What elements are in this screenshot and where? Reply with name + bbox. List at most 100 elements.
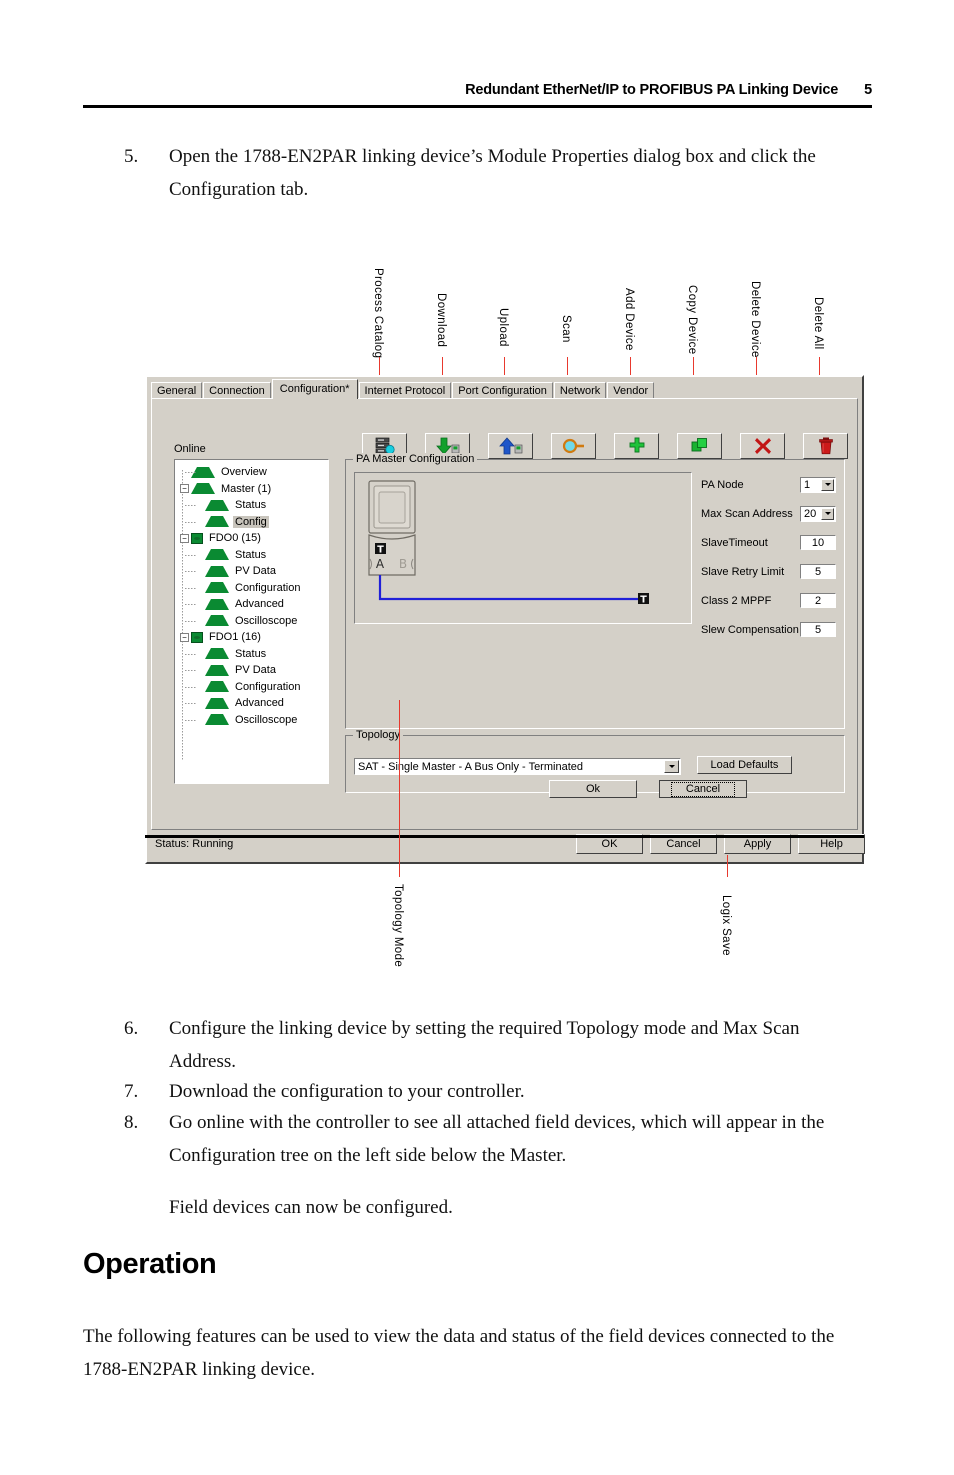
delete-device-button[interactable] (740, 433, 785, 459)
field-label: Max Scan Address (701, 507, 793, 520)
tab-port-configuration[interactable]: Port Configuration (452, 382, 553, 399)
field-devices-note: Field devices can now be configured. (169, 1197, 453, 1218)
chevron-down-icon[interactable] (821, 478, 834, 491)
tree-item-fdo0-configuration[interactable]: Configuration (178, 580, 328, 597)
tree-item-label: Advanced (235, 598, 284, 611)
green-square-icon (191, 532, 203, 544)
inner-cancel-button[interactable]: Cancel (659, 780, 747, 798)
copy-device-button[interactable] (677, 433, 722, 459)
document-page: Redundant EtherNet/IP to PROFIBUS PA Lin… (0, 0, 954, 1475)
tree-item-fdo1-configuration[interactable]: Configuration (178, 679, 328, 696)
callout-delete-device: Delete Device (749, 281, 761, 358)
step-5-number: 5. (124, 146, 139, 167)
module-properties-dialog[interactable]: General Connection Configuration* Intern… (145, 375, 865, 864)
step-6: 6. Configure the linking device by setti… (124, 1012, 852, 1078)
tree-item-fdo0-status[interactable]: Status (178, 547, 328, 564)
chevron-down-icon[interactable] (821, 507, 834, 520)
callout-logix-save: Logix Save (720, 895, 732, 956)
tree-item-fdo1[interactable]: − FDO1 (16) (178, 629, 328, 646)
tab-vendor[interactable]: Vendor (607, 382, 655, 399)
field-label: PA Node (701, 478, 744, 491)
load-defaults-button[interactable]: Load Defaults (697, 756, 792, 774)
tree-item-fdo1-status[interactable]: Status (178, 646, 328, 663)
class-2-mppf-input[interactable]: 2 (800, 593, 836, 608)
green-triangle-icon (205, 615, 229, 627)
tree-item-master-status[interactable]: Status (178, 497, 328, 514)
green-triangle-icon (205, 648, 229, 660)
callout-topology-mode-label: Topology Mode (392, 884, 404, 968)
tab-connection[interactable]: Connection (203, 382, 271, 399)
expander-icon[interactable]: − (180, 533, 189, 543)
tree-item-overview[interactable]: Overview (178, 464, 328, 481)
green-triangle-icon (205, 598, 229, 610)
tab-configuration[interactable]: Configuration* (271, 379, 358, 399)
inner-cancel-label: Cancel (670, 781, 736, 797)
step-7-number: 7. (124, 1081, 139, 1102)
callout-add-device-label: Add Device (623, 288, 635, 351)
scan-button[interactable] (551, 433, 596, 459)
green-triangle-icon (205, 681, 229, 693)
green-triangle-icon (205, 582, 229, 594)
tree-item-fdo1-advanced[interactable]: Advanced (178, 695, 328, 712)
slave-retry-limit-input[interactable]: 5 (800, 564, 836, 579)
tree-item-fdo0-pv-data[interactable]: PV Data (178, 563, 328, 580)
callout-topology-mode: Topology Mode (392, 884, 404, 967)
green-triangle-icon (191, 483, 215, 495)
svg-text:T: T (377, 544, 384, 555)
tree-item-label: Oscilloscope (235, 614, 298, 627)
status-text: Status: Running (155, 838, 234, 850)
delete-all-button[interactable] (803, 433, 848, 459)
upload-button[interactable] (488, 433, 533, 459)
field-label: Class 2 MPPF (701, 594, 772, 607)
tree-item-label: Status (235, 499, 267, 512)
callout-scan: Scan (560, 315, 572, 343)
expander-icon[interactable]: − (180, 632, 189, 642)
configuration-tree[interactable]: Overview − Master (1) Status Config − FD… (174, 459, 329, 784)
green-triangle-icon (205, 697, 229, 709)
tab-network[interactable]: Network (553, 382, 607, 399)
green-triangle-icon (205, 499, 229, 511)
tree-item-fdo1-oscilloscope[interactable]: Oscilloscope (178, 712, 328, 729)
callout-copy-device: Copy Device (686, 285, 698, 355)
green-triangle-icon (205, 549, 229, 561)
tree-item-master[interactable]: − Master (1) (178, 481, 328, 498)
pa-master-group-title: PA Master Configuration (353, 453, 478, 465)
green-square-icon (191, 631, 203, 643)
tree-item-fdo1-pv-data[interactable]: PV Data (178, 662, 328, 679)
callout-line-topology-mode (399, 700, 401, 877)
max-scan-address-combo[interactable]: 20 (800, 505, 836, 522)
max-scan-address-value: 20 (804, 507, 817, 520)
tree-item-fdo0-oscilloscope[interactable]: Oscilloscope (178, 613, 328, 630)
pa-master-fields: PA Node 1 Max Scan Address 20 SlaveTimeo… (701, 470, 836, 644)
expander-icon[interactable]: − (180, 484, 189, 494)
tree-item-fdo0[interactable]: − FDO0 (15) (178, 530, 328, 547)
callout-add-device: Add Device (623, 288, 635, 351)
topology-combo[interactable]: SAT - Single Master - A Bus Only - Termi… (354, 758, 681, 775)
add-device-button[interactable] (614, 433, 659, 459)
tree-item-fdo0-advanced[interactable]: Advanced (178, 596, 328, 613)
callout-line-logix-save (727, 855, 729, 877)
magnifier-icon (562, 438, 584, 454)
tree-item-master-config[interactable]: Config (178, 514, 328, 531)
pa-node-combo[interactable]: 1 (800, 476, 836, 493)
plus-icon (629, 437, 644, 453)
slew-compensation-input[interactable]: 5 (800, 622, 836, 637)
inner-ok-button[interactable]: Ok (549, 780, 637, 798)
svg-text:T: T (640, 594, 647, 605)
tab-internet-protocol[interactable]: Internet Protocol (358, 382, 452, 399)
pa-network-diagram[interactable]: T A B T (354, 472, 692, 624)
trash-icon (818, 437, 833, 455)
step-8: 8. Go online with the controller to see … (124, 1106, 852, 1172)
tree-item-label: FDO0 (15) (209, 532, 261, 545)
chevron-down-icon[interactable] (664, 760, 679, 773)
callout-delete-device-label: Delete Device (749, 281, 761, 358)
tab-general[interactable]: General (151, 382, 203, 399)
tab-strip: General Connection Configuration* Intern… (151, 379, 655, 399)
callout-scan-label: Scan (560, 315, 572, 343)
slave-timeout-input[interactable]: 10 (800, 535, 836, 550)
field-slave-retry-limit: Slave Retry Limit 5 (701, 557, 836, 586)
header-rule (83, 105, 872, 108)
step-6-number: 6. (124, 1018, 139, 1039)
tree-item-label: Status (235, 548, 267, 561)
tree-item-label-selected: Config (233, 515, 269, 528)
